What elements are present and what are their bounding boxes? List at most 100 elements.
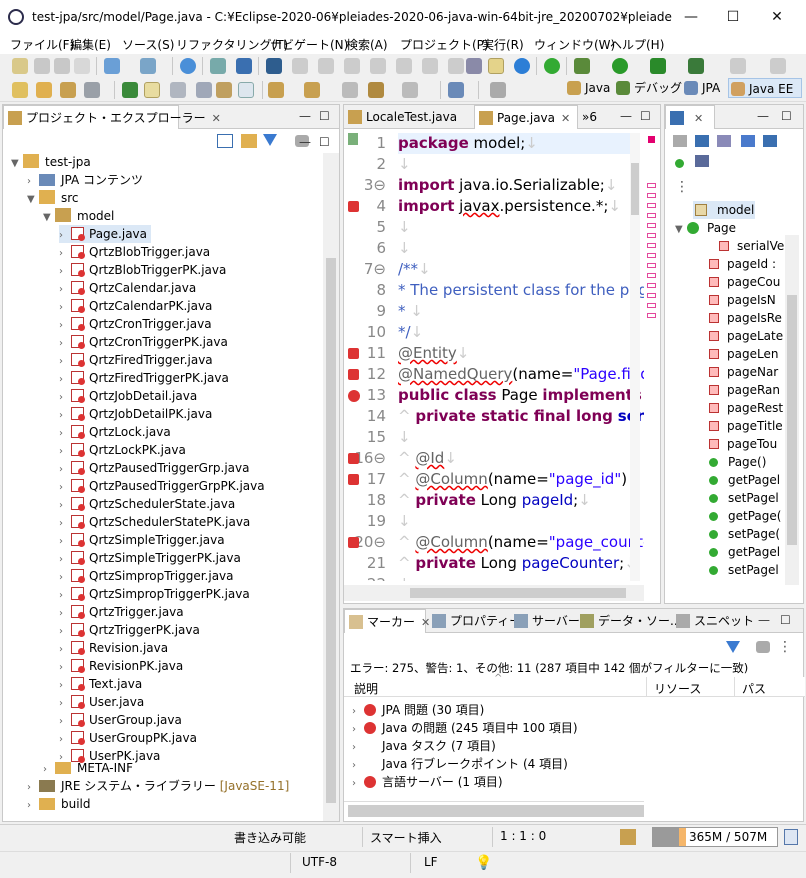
editor-vscroll-thumb[interactable] — [631, 163, 639, 215]
outline-member[interactable]: pageIsRe — [709, 309, 782, 327]
maximize-icon[interactable]: ☐ — [781, 109, 792, 123]
outline-member[interactable]: setPagel — [709, 489, 779, 507]
file-item[interactable]: › QrtzTriggerPK.java — [59, 621, 204, 639]
file-item[interactable]: › User.java — [59, 693, 148, 711]
maximize-icon[interactable]: ☐ — [319, 135, 330, 149]
show-whitespace-icon[interactable] — [238, 82, 254, 98]
outline-member[interactable]: serialVers — [719, 237, 795, 255]
outline-member[interactable]: pageId : — [709, 255, 776, 273]
toggle-ant-icon[interactable] — [216, 82, 232, 98]
collapse-icon[interactable] — [673, 135, 687, 147]
file-item[interactable]: › QrtzTrigger.java — [59, 603, 188, 621]
outline-member[interactable]: setPagel — [709, 561, 779, 579]
menu-search[interactable]: 検索(A) — [346, 36, 388, 53]
markers-hscroll-thumb[interactable] — [348, 805, 644, 817]
file-item[interactable]: › Page.java — [59, 225, 152, 243]
error-marker-icon[interactable] — [348, 369, 359, 380]
outline-member[interactable]: pageCou — [709, 273, 780, 291]
minimize-icon[interactable]: — — [758, 613, 770, 627]
coverage-icon[interactable] — [688, 58, 704, 74]
col-path[interactable]: パス — [742, 680, 766, 697]
maximize-icon[interactable]: ☐ — [780, 613, 791, 627]
file-item[interactable]: › QrtzSchedulerStatePK.java — [59, 513, 254, 531]
sort-icon[interactable] — [695, 135, 709, 147]
maximize-button[interactable]: ☐ — [718, 6, 748, 28]
maximize-icon[interactable]: ☐ — [640, 109, 651, 123]
file-item[interactable]: › QrtzPausedTriggerGrpPK.java — [59, 477, 269, 495]
encoding-status[interactable]: UTF-8 — [302, 855, 337, 869]
scrollbar-thumb[interactable] — [326, 258, 336, 803]
code-line[interactable]: ^ private Long pageCounter;↓ — [398, 553, 637, 574]
explorer-scrollbar[interactable] — [323, 153, 339, 821]
code-line[interactable]: ^ private static final long serialV — [398, 406, 644, 427]
outline-member[interactable]: getPagel — [709, 543, 780, 561]
outline-member[interactable]: pageRan — [709, 381, 780, 399]
menu-edit[interactable]: 編集(E) — [70, 36, 111, 53]
menu-project[interactable]: プロジェクト(P) — [400, 36, 489, 53]
debug-icon[interactable] — [574, 58, 590, 74]
code-line[interactable]: package model;↓ — [398, 133, 630, 154]
globe-icon[interactable] — [180, 58, 196, 74]
code-line[interactable]: ↓ — [398, 238, 411, 259]
code-line[interactable]: */↓ — [398, 322, 423, 343]
file-item[interactable]: › QrtzSimpropTriggerPK.java — [59, 585, 254, 603]
disconnect-icon[interactable] — [370, 58, 386, 74]
filter-icon[interactable] — [263, 134, 277, 146]
link-icon[interactable] — [695, 155, 709, 167]
perspective-jpa[interactable]: JPA — [682, 78, 720, 98]
file-item[interactable]: › QrtzSimpleTriggerPK.java — [59, 549, 245, 567]
file-item[interactable]: › QrtzCalendarPK.java — [59, 297, 216, 315]
perspective-java[interactable]: Java — [565, 78, 610, 98]
outline-package[interactable]: model — [693, 201, 755, 219]
code-line[interactable]: public class Page implements Se — [398, 385, 644, 406]
outline-member[interactable]: pageTitle — [709, 417, 783, 435]
file-item[interactable]: › Revision.java — [59, 639, 172, 657]
file-item[interactable]: › QrtzSchedulerState.java — [59, 495, 239, 513]
console-icon[interactable] — [236, 58, 252, 74]
file-item[interactable]: › QrtzCronTrigger.java — [59, 315, 216, 333]
tree-src[interactable]: ▼ src — [27, 189, 79, 207]
settings-icon[interactable] — [514, 58, 530, 74]
col-resource[interactable]: リソース — [654, 680, 701, 697]
tree-meta-inf[interactable]: › META-INF — [43, 759, 133, 777]
run-icon[interactable] — [612, 58, 628, 74]
open-perspective-icon[interactable] — [490, 82, 506, 98]
open-folder-icon[interactable] — [36, 82, 52, 98]
pin-editor-icon[interactable] — [448, 82, 464, 98]
outline-class[interactable]: ▼ Page — [675, 219, 736, 237]
step-return-icon[interactable] — [448, 58, 464, 74]
hide-fields-icon[interactable] — [717, 135, 731, 147]
line-ending-status[interactable]: LF — [424, 855, 438, 869]
file-item[interactable]: › QrtzBlobTrigger.java — [59, 243, 214, 261]
tab-project-explorer[interactable]: プロジェクト・エクスプローラー ✕ — [3, 105, 221, 129]
error-marker-icon[interactable] — [348, 201, 359, 212]
open-task-icon[interactable] — [170, 82, 186, 98]
minimize-icon[interactable]: — — [299, 135, 311, 149]
editor-hscroll[interactable] — [344, 585, 644, 601]
error-marker-icon[interactable] — [348, 453, 359, 464]
outline-scrollbar[interactable] — [785, 235, 799, 585]
prev-annotation-icon[interactable] — [304, 82, 320, 98]
code-line[interactable]: @Entity↓ — [398, 343, 469, 364]
marker-row[interactable]: › Java タスク (7 項目) — [352, 737, 496, 755]
code-line[interactable]: ^ private Long pageId;↓ — [398, 490, 591, 511]
link-editor-icon[interactable] — [241, 134, 257, 148]
editor-hscroll-thumb[interactable] — [410, 588, 626, 598]
file-item[interactable]: › QrtzSimpropTrigger.java — [59, 567, 238, 585]
outline-member[interactable]: getPagel — [709, 471, 780, 489]
terminate-icon[interactable] — [344, 58, 360, 74]
heap-gc-icon[interactable] — [620, 829, 636, 845]
outline-member[interactable]: getPage( — [709, 507, 781, 525]
run-last-icon[interactable] — [770, 58, 786, 74]
tree-build[interactable]: › build — [27, 795, 91, 813]
menu-window[interactable]: ウィンドウ(W) — [534, 36, 615, 53]
code-area[interactable]: 1 package model;↓ 2 ↓ 3⊖ import java.io.Seria… — [344, 133, 644, 581]
tab-servers[interactable]: サーバー — [510, 609, 580, 633]
col-description[interactable]: 説明 — [354, 680, 378, 697]
close-button[interactable]: ✕ — [762, 6, 792, 28]
code-line[interactable]: * The persistent class for the page — [398, 280, 644, 301]
filter-icon[interactable] — [466, 58, 482, 74]
file-item[interactable]: › QrtzLock.java — [59, 423, 175, 441]
file-item[interactable]: › QrtzLockPK.java — [59, 441, 190, 459]
tab-localetest[interactable]: LocaleTest.java — [344, 105, 472, 129]
